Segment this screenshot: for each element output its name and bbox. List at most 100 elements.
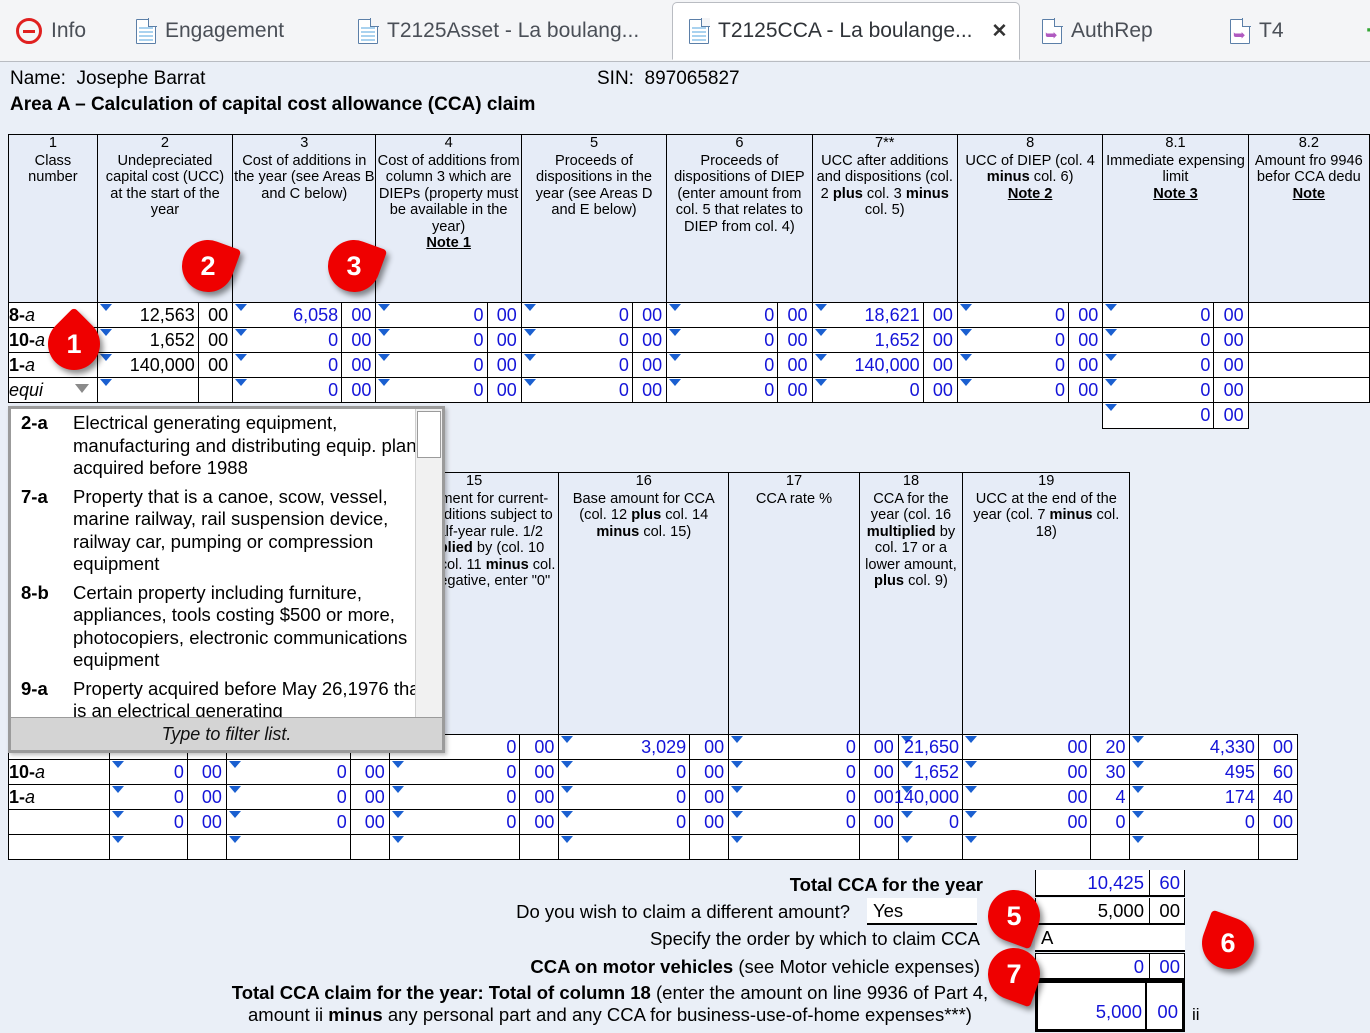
- amount-cell[interactable]: 0: [558, 809, 691, 835]
- amount-cell[interactable]: 0: [1129, 809, 1259, 835]
- amount-cell[interactable]: 0: [232, 327, 343, 353]
- amount-cents-cell[interactable]: 30: [1090, 759, 1131, 785]
- amount-cell[interactable]: 140,000: [811, 352, 924, 378]
- different-amount-yesno-field[interactable]: Yes: [867, 898, 977, 925]
- amount-cell[interactable]: 0: [375, 302, 488, 328]
- amount-cell[interactable]: 495: [1129, 759, 1259, 785]
- amount-cents-cell[interactable]: 00: [922, 302, 958, 328]
- amount-cents-cell[interactable]: 00: [1067, 377, 1104, 403]
- amount-cell[interactable]: 0: [375, 352, 488, 378]
- amount-cents-cell[interactable]: 00: [197, 352, 234, 378]
- amount-cents-cell[interactable]: 00: [519, 734, 560, 760]
- amount-cents-cell[interactable]: 00: [777, 327, 813, 353]
- class-number-cell[interactable]: 1-a: [8, 784, 110, 810]
- amount-cell[interactable]: 0: [225, 784, 351, 810]
- amount-cell[interactable]: 0: [1102, 352, 1215, 378]
- tab-authrep[interactable]: ➥ AuthRep: [1026, 2, 1201, 60]
- amount-cell[interactable]: 0: [956, 377, 1069, 403]
- motor-vehicle-cca-box[interactable]: 0 00: [1035, 953, 1185, 980]
- amount-cents-cell[interactable]: 00: [777, 302, 813, 328]
- amount-cell[interactable]: 0: [1102, 327, 1215, 353]
- amount-cents-cell[interactable]: 00: [349, 784, 390, 810]
- amount-cents-cell[interactable]: 00: [777, 377, 813, 403]
- amount-cents-cell[interactable]: 0: [1090, 809, 1131, 835]
- amount-cell[interactable]: 00: [962, 784, 1092, 810]
- amount-cell[interactable]: [1247, 352, 1370, 378]
- amount-cell[interactable]: 00: [962, 759, 1092, 785]
- amount-cents-cell[interactable]: 00: [689, 809, 730, 835]
- amount-cents-cell[interactable]: 00: [922, 377, 958, 403]
- amount-cell[interactable]: 0: [520, 352, 633, 378]
- amount-cell[interactable]: [225, 834, 351, 860]
- dropdown-item-8-b[interactable]: 8-b Certain property including furniture,…: [11, 579, 442, 675]
- amount-cell[interactable]: [558, 834, 691, 860]
- amount-cell[interactable]: [388, 834, 521, 860]
- amount-cell[interactable]: 0: [1102, 402, 1215, 429]
- cca-rate-cell[interactable]: [897, 834, 964, 860]
- amount-cents-cell[interactable]: 00: [922, 327, 958, 353]
- different-amount-box[interactable]: 5,000 00: [1035, 898, 1185, 925]
- amount-cents-cell[interactable]: 00: [186, 784, 227, 810]
- amount-cell[interactable]: [1129, 834, 1259, 860]
- amount-cell[interactable]: 0: [225, 809, 351, 835]
- amount-cents-cell[interactable]: 4: [1090, 784, 1131, 810]
- amount-cents-cell[interactable]: 00: [1257, 809, 1299, 835]
- add-tab-icon[interactable]: +: [1366, 16, 1370, 46]
- amount-cell[interactable]: 6,058: [232, 302, 343, 328]
- dropdown-scroll-thumb[interactable]: [417, 411, 441, 458]
- amount-cents-cell[interactable]: 00: [519, 759, 560, 785]
- amount-cell[interactable]: [728, 834, 860, 860]
- tab-t4[interactable]: ➥ T4: [1214, 2, 1324, 60]
- tab-t2125asset[interactable]: T2125Asset - La boulang...: [342, 2, 672, 60]
- amount-cents-cell[interactable]: 00: [486, 352, 522, 378]
- amount-cents-cell[interactable]: 00: [631, 352, 668, 378]
- amount-cents-cell[interactable]: 00: [341, 352, 377, 378]
- amount-cents-cell[interactable]: 00: [486, 377, 522, 403]
- amount-cents-cell[interactable]: [1090, 834, 1131, 860]
- tab-engagement[interactable]: Engagement: [120, 2, 342, 60]
- amount-cell[interactable]: 0: [728, 759, 860, 785]
- amount-cell[interactable]: 0: [375, 377, 488, 403]
- amount-cents-cell[interactable]: 00: [186, 809, 227, 835]
- amount-cell[interactable]: 0: [666, 377, 779, 403]
- cca-rate-cell[interactable]: 1,652: [897, 759, 964, 785]
- amount-cell[interactable]: 1,652: [811, 327, 924, 353]
- amount-cents-cell[interactable]: 00: [1213, 377, 1249, 403]
- class-number-cell[interactable]: [8, 809, 110, 835]
- dropdown-item-2-a[interactable]: 2-a Electrical generating equipment, manu…: [11, 409, 442, 483]
- amount-cents-cell[interactable]: [689, 834, 730, 860]
- amount-cents-cell[interactable]: 00: [486, 327, 522, 353]
- dropdown-item-9-a[interactable]: 9-a Property acquired before May 26,1976 …: [11, 675, 442, 719]
- amount-cell[interactable]: 12,563: [96, 302, 199, 328]
- amount-cell[interactable]: 3,029: [558, 734, 691, 760]
- amount-cell[interactable]: 140,000: [96, 352, 199, 378]
- amount-cell[interactable]: 00: [962, 734, 1092, 760]
- amount-cell[interactable]: 0: [811, 377, 924, 403]
- cca-rate-cell[interactable]: 21,650: [897, 734, 964, 760]
- amount-cents-cell[interactable]: 00: [631, 302, 668, 328]
- amount-cents-cell[interactable]: 00: [341, 302, 377, 328]
- tab-t2125cca[interactable]: T2125CCA - La boulange... ✕: [672, 2, 1020, 60]
- amount-cell[interactable]: 0: [388, 784, 521, 810]
- amount-cents-cell[interactable]: 00: [858, 784, 899, 810]
- amount-cell[interactable]: 0: [728, 734, 860, 760]
- amount-cell[interactable]: 18,621: [811, 302, 924, 328]
- amount-cell[interactable]: 0: [520, 377, 633, 403]
- amount-cell[interactable]: 0: [666, 352, 779, 378]
- amount-cents-cell[interactable]: 00: [197, 327, 234, 353]
- amount-cell[interactable]: [1247, 302, 1370, 328]
- amount-cell[interactable]: 0: [108, 784, 188, 810]
- amount-cents-cell[interactable]: 00: [689, 759, 730, 785]
- amount-cents-cell[interactable]: [858, 834, 899, 860]
- amount-cents-cell[interactable]: 00: [631, 377, 668, 403]
- amount-cell[interactable]: 0: [728, 784, 860, 810]
- class-number-cell[interactable]: equi: [8, 377, 98, 403]
- amount-cents-cell[interactable]: 00: [1067, 352, 1104, 378]
- amount-cents-cell[interactable]: 00: [922, 352, 958, 378]
- amount-cell[interactable]: 174: [1129, 784, 1259, 810]
- column-note-link[interactable]: Note 3: [1153, 186, 1198, 202]
- column-note-link[interactable]: Note: [1293, 186, 1325, 202]
- cca-rate-cell[interactable]: 140,000: [894, 784, 964, 810]
- dropdown-item-7-a[interactable]: 7-a Property that is a canoe, scow, vesse…: [11, 483, 442, 579]
- amount-cents-cell[interactable]: 00: [689, 734, 730, 760]
